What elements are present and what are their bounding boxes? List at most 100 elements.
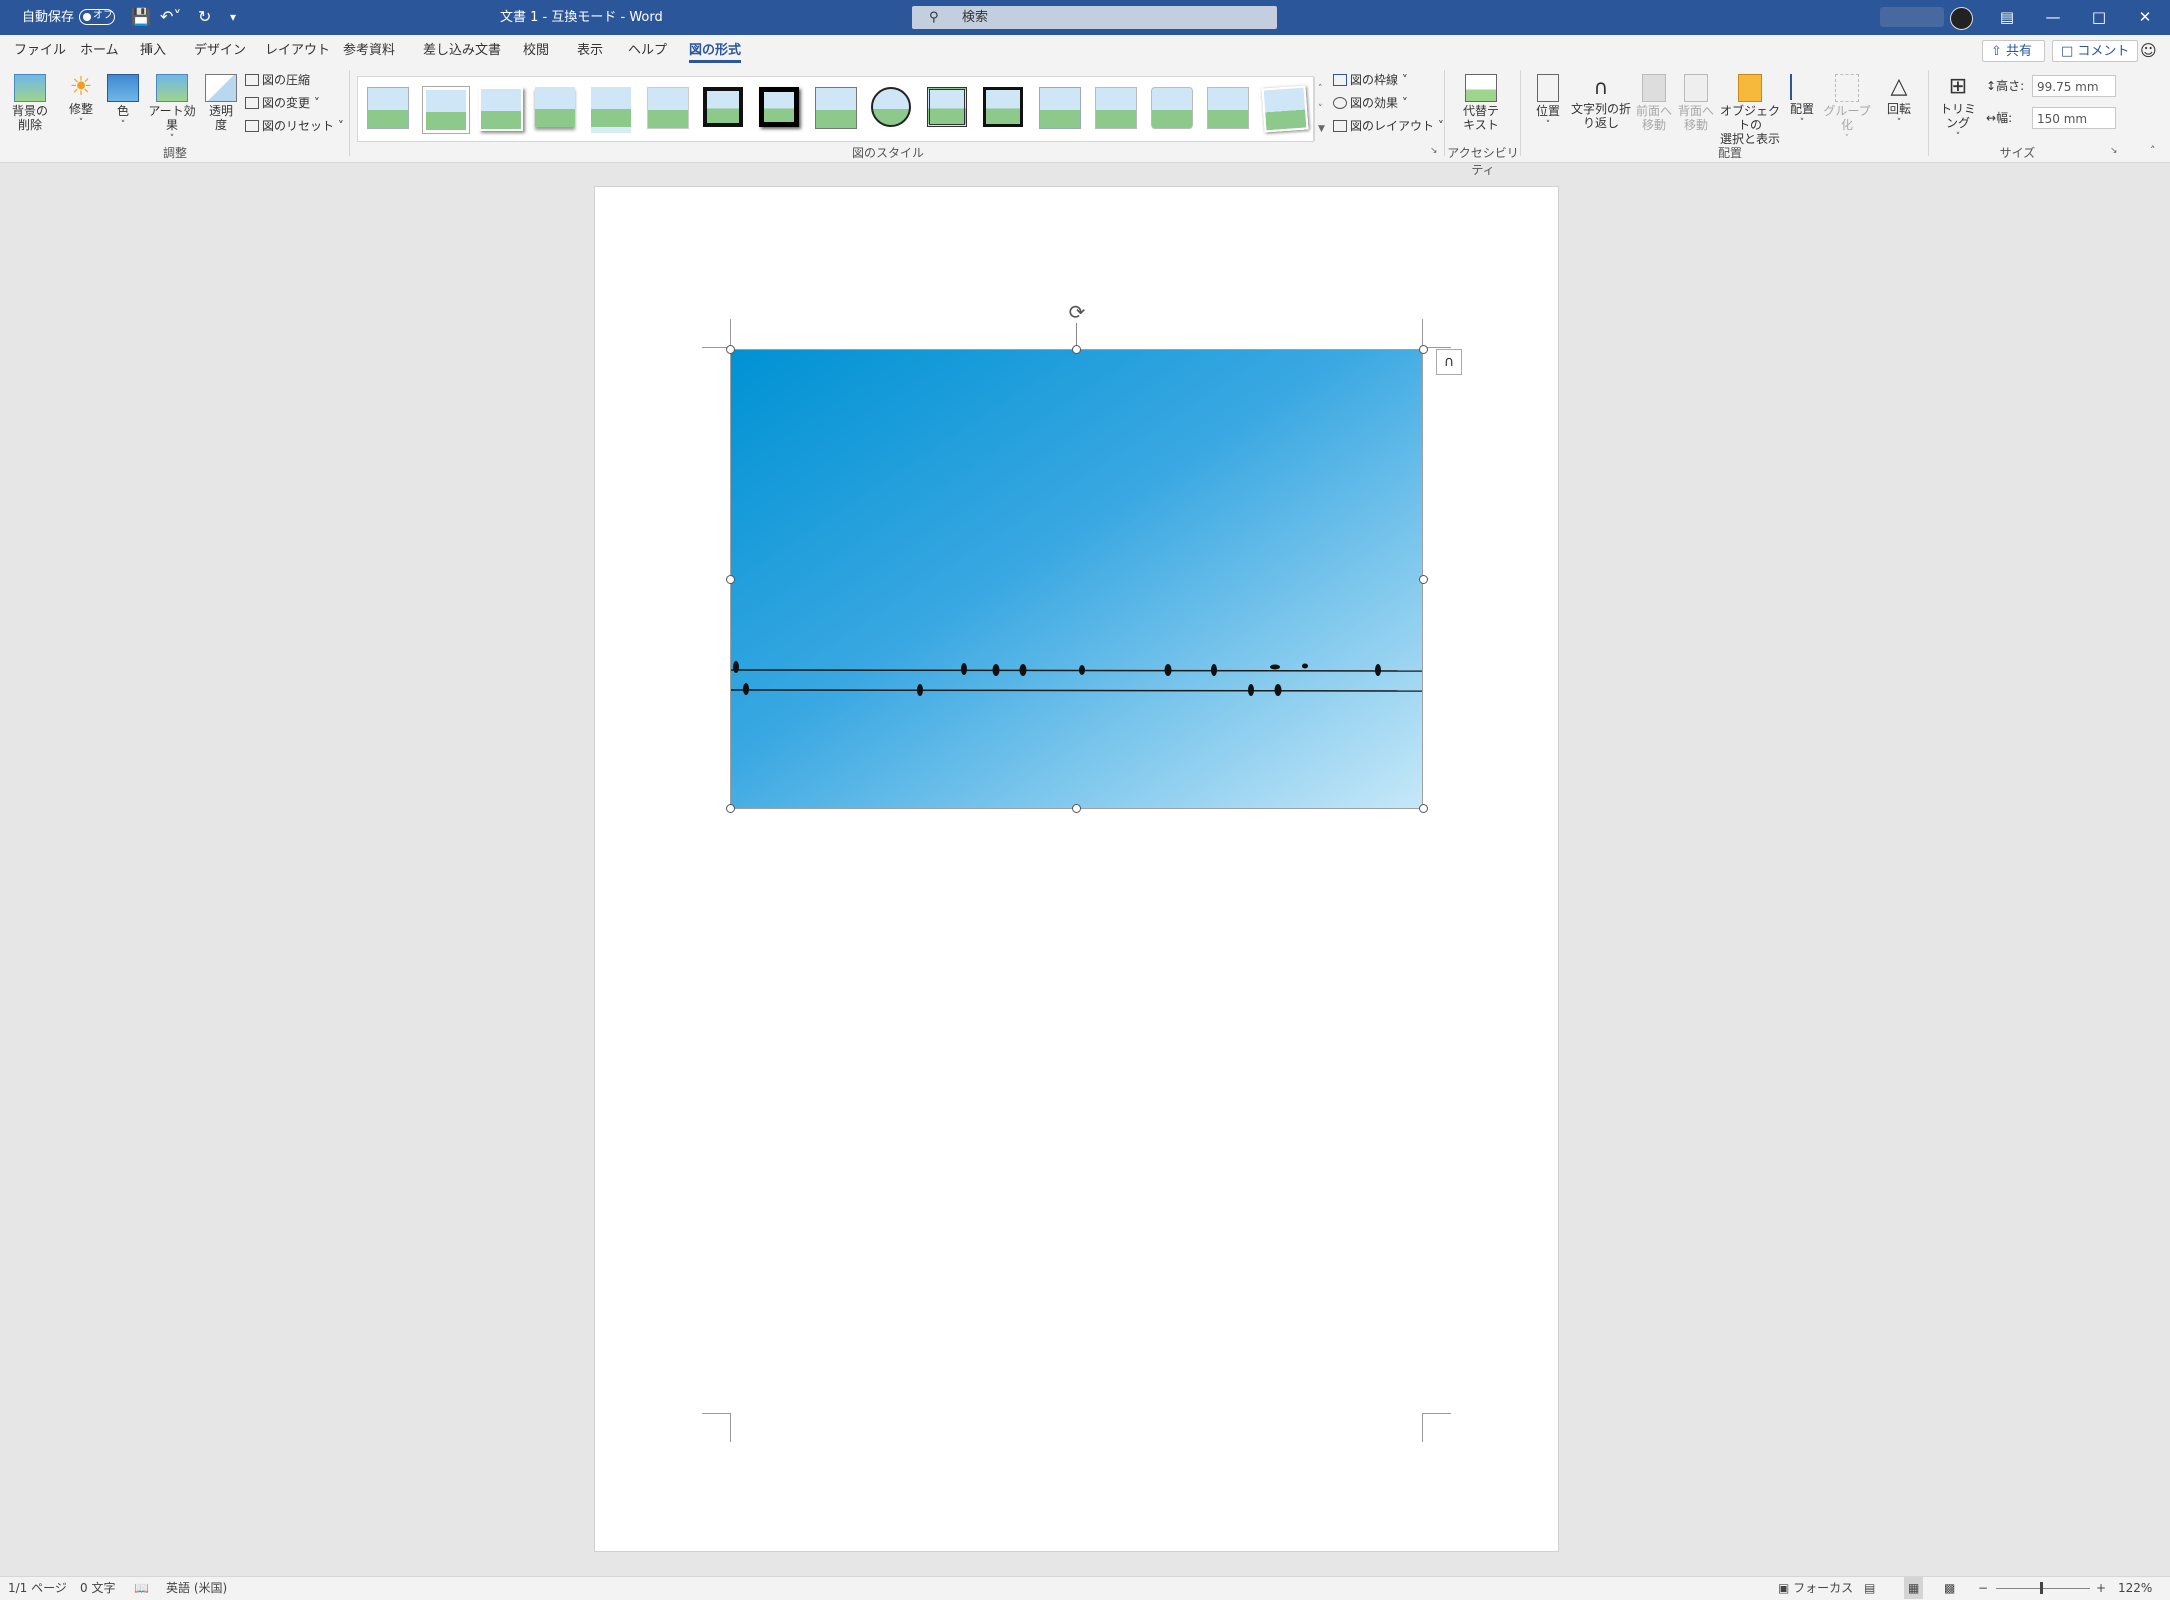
comment-button[interactable]: □ コメント xyxy=(2052,40,2138,62)
style-thumbnail[interactable] xyxy=(1151,87,1193,129)
share-button[interactable]: ⇧ 共有 xyxy=(1982,40,2045,62)
zoom-slider-thumb[interactable] xyxy=(2040,1582,2043,1594)
gallery-more-icon[interactable]: ▼ xyxy=(1318,119,1325,139)
redo-icon[interactable]: ↻ xyxy=(198,6,211,28)
align-button[interactable]: 配置 ˅ xyxy=(1786,74,1818,130)
style-thumbnail[interactable] xyxy=(1261,85,1309,133)
web-layout-icon[interactable]: ▩ xyxy=(1944,1577,1955,1599)
page-count[interactable]: 1/1 ページ xyxy=(8,1577,67,1599)
avatar[interactable] xyxy=(1950,7,1973,30)
ribbon-display-icon[interactable]: ▤ xyxy=(1984,0,2030,35)
style-thumbnail[interactable] xyxy=(367,87,409,129)
collapse-ribbon-icon[interactable]: ˄ xyxy=(2150,144,2156,157)
change-picture-button[interactable]: 図の変更 ˅ xyxy=(245,92,320,114)
rotate-handle-icon[interactable]: ⟳ xyxy=(1066,301,1088,323)
style-thumbnail[interactable] xyxy=(759,87,799,127)
picture-layout-button[interactable]: 図のレイアウト ˅ xyxy=(1333,115,1444,137)
layout-options-icon[interactable]: ∩ xyxy=(1436,349,1462,375)
style-thumbnail[interactable] xyxy=(535,87,575,127)
send-backward-button[interactable]: 背面へ 移動 xyxy=(1678,74,1714,132)
style-thumbnail[interactable] xyxy=(1095,87,1137,129)
height-input[interactable]: 99.75 mm xyxy=(2032,75,2116,97)
style-thumbnail[interactable] xyxy=(983,87,1023,127)
read-mode-icon[interactable]: ▤ xyxy=(1864,1577,1875,1599)
resize-handle[interactable] xyxy=(1419,345,1428,354)
style-thumbnail[interactable] xyxy=(1039,87,1081,129)
customize-qat-icon[interactable]: ▾ xyxy=(230,6,236,28)
change-picture-label: 図の変更 xyxy=(262,96,311,110)
artistic-effects-button[interactable]: アート効果 ˅ xyxy=(144,74,200,146)
autosave-toggle[interactable]: オフ xyxy=(79,9,115,25)
corrections-button[interactable]: ☀ 修整 ˅ xyxy=(62,74,100,130)
tab-home[interactable]: ホーム xyxy=(80,35,119,66)
ribbon: 背景の 削除 ☀ 修整 ˅ 色 ˅ アート効果 ˅ 透明 度 図の圧縮 図の変更… xyxy=(0,66,2170,177)
wrap-text-button[interactable]: ∩ 文字列の折 り返し xyxy=(1570,74,1632,130)
tab-references[interactable]: 参考資料 xyxy=(343,35,395,66)
position-button[interactable]: 位置 ˅ xyxy=(1531,74,1565,132)
color-button[interactable]: 色 ˅ xyxy=(106,74,140,132)
resize-handle[interactable] xyxy=(726,345,735,354)
rotate-button[interactable]: △ 回転 ˅ xyxy=(1880,74,1918,130)
transparency-button[interactable]: 透明 度 xyxy=(204,74,238,132)
style-thumbnail[interactable] xyxy=(871,87,911,127)
zoom-level[interactable]: 122% xyxy=(2118,1577,2152,1599)
tab-layout[interactable]: レイアウト xyxy=(265,35,330,66)
tab-picture-format[interactable]: 図の形式 xyxy=(689,35,742,66)
gallery-down-icon[interactable]: ˅ xyxy=(1318,99,1323,119)
gallery-up-icon[interactable]: ˄ xyxy=(1318,79,1323,99)
print-layout-icon[interactable]: ▦ xyxy=(1904,1577,1924,1599)
tab-view[interactable]: 表示 xyxy=(577,35,603,66)
maximize-icon[interactable]: □ xyxy=(2076,0,2122,35)
resize-handle[interactable] xyxy=(1072,345,1081,354)
account-name[interactable] xyxy=(1880,7,1944,27)
crop-button[interactable]: ⊞ トリミング ˅ xyxy=(1936,74,1980,144)
picture-effects-button[interactable]: 図の効果 ˅ xyxy=(1333,92,1408,114)
undo-icon[interactable]: ↶˅ xyxy=(160,6,181,28)
reset-picture-button[interactable]: 図のリセット ˅ xyxy=(245,115,344,137)
tab-insert[interactable]: 挿入 xyxy=(140,35,166,66)
tab-mailings[interactable]: 差し込み文書 xyxy=(423,35,501,66)
save-icon[interactable]: 💾 xyxy=(131,6,151,28)
width-input[interactable]: 150 mm xyxy=(2032,107,2116,129)
close-icon[interactable]: ✕ xyxy=(2122,0,2168,35)
tab-design[interactable]: デザイン xyxy=(194,35,246,66)
resize-handle[interactable] xyxy=(1419,804,1428,813)
style-thumbnail[interactable] xyxy=(815,87,857,129)
dialog-launcher-icon[interactable]: ↘ xyxy=(2110,146,2118,156)
feedback-icon[interactable]: ☺ xyxy=(2140,35,2157,66)
focus-mode-button[interactable]: ▣ フォーカス xyxy=(1778,1577,1853,1599)
zoom-slider[interactable] xyxy=(1996,1588,2090,1589)
zoom-out-icon[interactable]: − xyxy=(1978,1577,1988,1599)
style-thumbnail[interactable] xyxy=(927,87,967,127)
style-thumbnail[interactable] xyxy=(591,87,631,133)
bring-forward-button[interactable]: 前面へ 移動 xyxy=(1636,74,1672,132)
picture-styles-gallery[interactable]: ˄ ˅ ▼ xyxy=(357,76,1325,142)
selection-pane-button[interactable]: オブジェクトの 選択と表示 xyxy=(1718,74,1782,146)
style-thumbnail[interactable] xyxy=(479,87,523,131)
resize-handle[interactable] xyxy=(726,575,735,584)
tab-review[interactable]: 校閲 xyxy=(523,35,549,66)
minimize-icon[interactable]: — xyxy=(2030,0,2076,35)
search-icon: ⚲ xyxy=(929,10,939,25)
alt-text-button[interactable]: 代替テ キスト xyxy=(1460,74,1502,132)
tab-file[interactable]: ファイル xyxy=(14,35,66,66)
style-thumbnail[interactable] xyxy=(422,86,470,134)
word-count[interactable]: 0 文字 xyxy=(80,1577,115,1599)
picture-border-button[interactable]: 図の枠線 ˅ xyxy=(1333,69,1408,91)
compress-pictures-button[interactable]: 図の圧縮 xyxy=(245,69,310,91)
style-thumbnail[interactable] xyxy=(703,87,743,127)
style-thumbnail[interactable] xyxy=(647,87,689,129)
tab-help[interactable]: ヘルプ xyxy=(628,35,667,66)
zoom-in-icon[interactable]: + xyxy=(2096,1577,2106,1599)
inserted-picture[interactable] xyxy=(730,349,1423,809)
resize-handle[interactable] xyxy=(726,804,735,813)
style-thumbnail[interactable] xyxy=(1207,87,1249,129)
proofing-icon[interactable]: 📖 xyxy=(134,1577,149,1599)
dialog-launcher-icon[interactable]: ↘ xyxy=(1430,146,1438,156)
remove-background-button[interactable]: 背景の 削除 xyxy=(7,74,53,132)
search-box[interactable]: ⚲ 検索 xyxy=(912,6,1277,29)
language-status[interactable]: 英語 (米国) xyxy=(166,1577,227,1599)
group-objects-button[interactable]: グループ化 ˅ xyxy=(1822,74,1872,146)
resize-handle[interactable] xyxy=(1072,804,1081,813)
resize-handle[interactable] xyxy=(1419,575,1428,584)
